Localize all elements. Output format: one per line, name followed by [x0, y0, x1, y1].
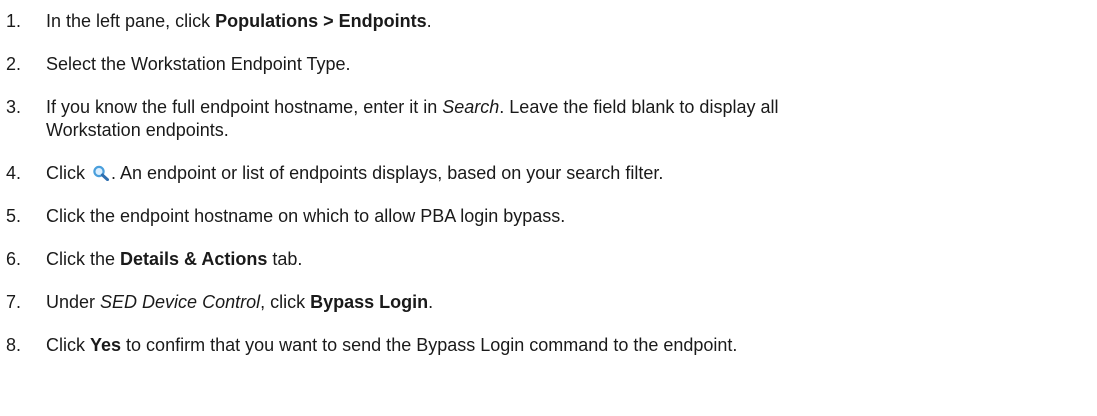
ui-path-populations-endpoints: Populations > Endpoints: [215, 11, 427, 31]
step-text: In the left pane, click Populations > En…: [46, 10, 1091, 33]
step-text: Under SED Device Control, click Bypass L…: [46, 291, 1091, 314]
step-number: 8.: [6, 335, 22, 355]
step-text-part: Workstation endpoints.: [46, 120, 229, 140]
step-number: 6.: [6, 249, 22, 269]
section-name-sed-device-control: SED Device Control: [100, 292, 261, 312]
step-text-part: In the left pane, click: [46, 11, 216, 31]
step-text-part: . An endpoint or list of endpoints displ…: [111, 163, 664, 183]
step-text: Click the Details & Actions tab.: [46, 248, 1091, 271]
step-text-part: If you know the full endpoint hostname, …: [46, 97, 443, 117]
step-number: 3.: [6, 97, 22, 117]
step-text-part: .: [426, 11, 432, 31]
step-text-part: Click: [46, 335, 90, 355]
step-text: Click the endpoint hostname on which to …: [46, 206, 566, 226]
step-number: 4.: [6, 163, 22, 183]
search-icon: [92, 164, 110, 182]
step-text: Click . An endpoint or list of endpoints…: [46, 162, 1091, 185]
tab-name-details-actions: Details & Actions: [120, 249, 268, 269]
step-number: 7.: [6, 292, 22, 312]
step-number: 1.: [6, 11, 22, 31]
step-text-part: Under: [46, 292, 101, 312]
step-number: 2.: [6, 54, 22, 74]
step-text: Click Yes to confirm that you want to se…: [46, 334, 1091, 357]
step-text-part: to confirm that you want to send the Byp…: [121, 335, 738, 355]
step-number: 5.: [6, 206, 22, 226]
step-text-part: tab.: [267, 249, 303, 269]
step-text-part: .: [428, 292, 434, 312]
button-name-yes: Yes: [90, 335, 122, 355]
step-text-part: , click: [260, 292, 311, 312]
step-text: If you know the full endpoint hostname, …: [46, 96, 1091, 142]
step-text-part: Click: [46, 163, 90, 183]
button-name-bypass-login: Bypass Login: [310, 292, 429, 312]
step-text: Select the Workstation Endpoint Type.: [46, 54, 351, 74]
step-text-part: Click the: [46, 249, 121, 269]
field-name-search: Search: [442, 97, 500, 117]
step-text-part: . Leave the field blank to display all: [499, 97, 779, 117]
